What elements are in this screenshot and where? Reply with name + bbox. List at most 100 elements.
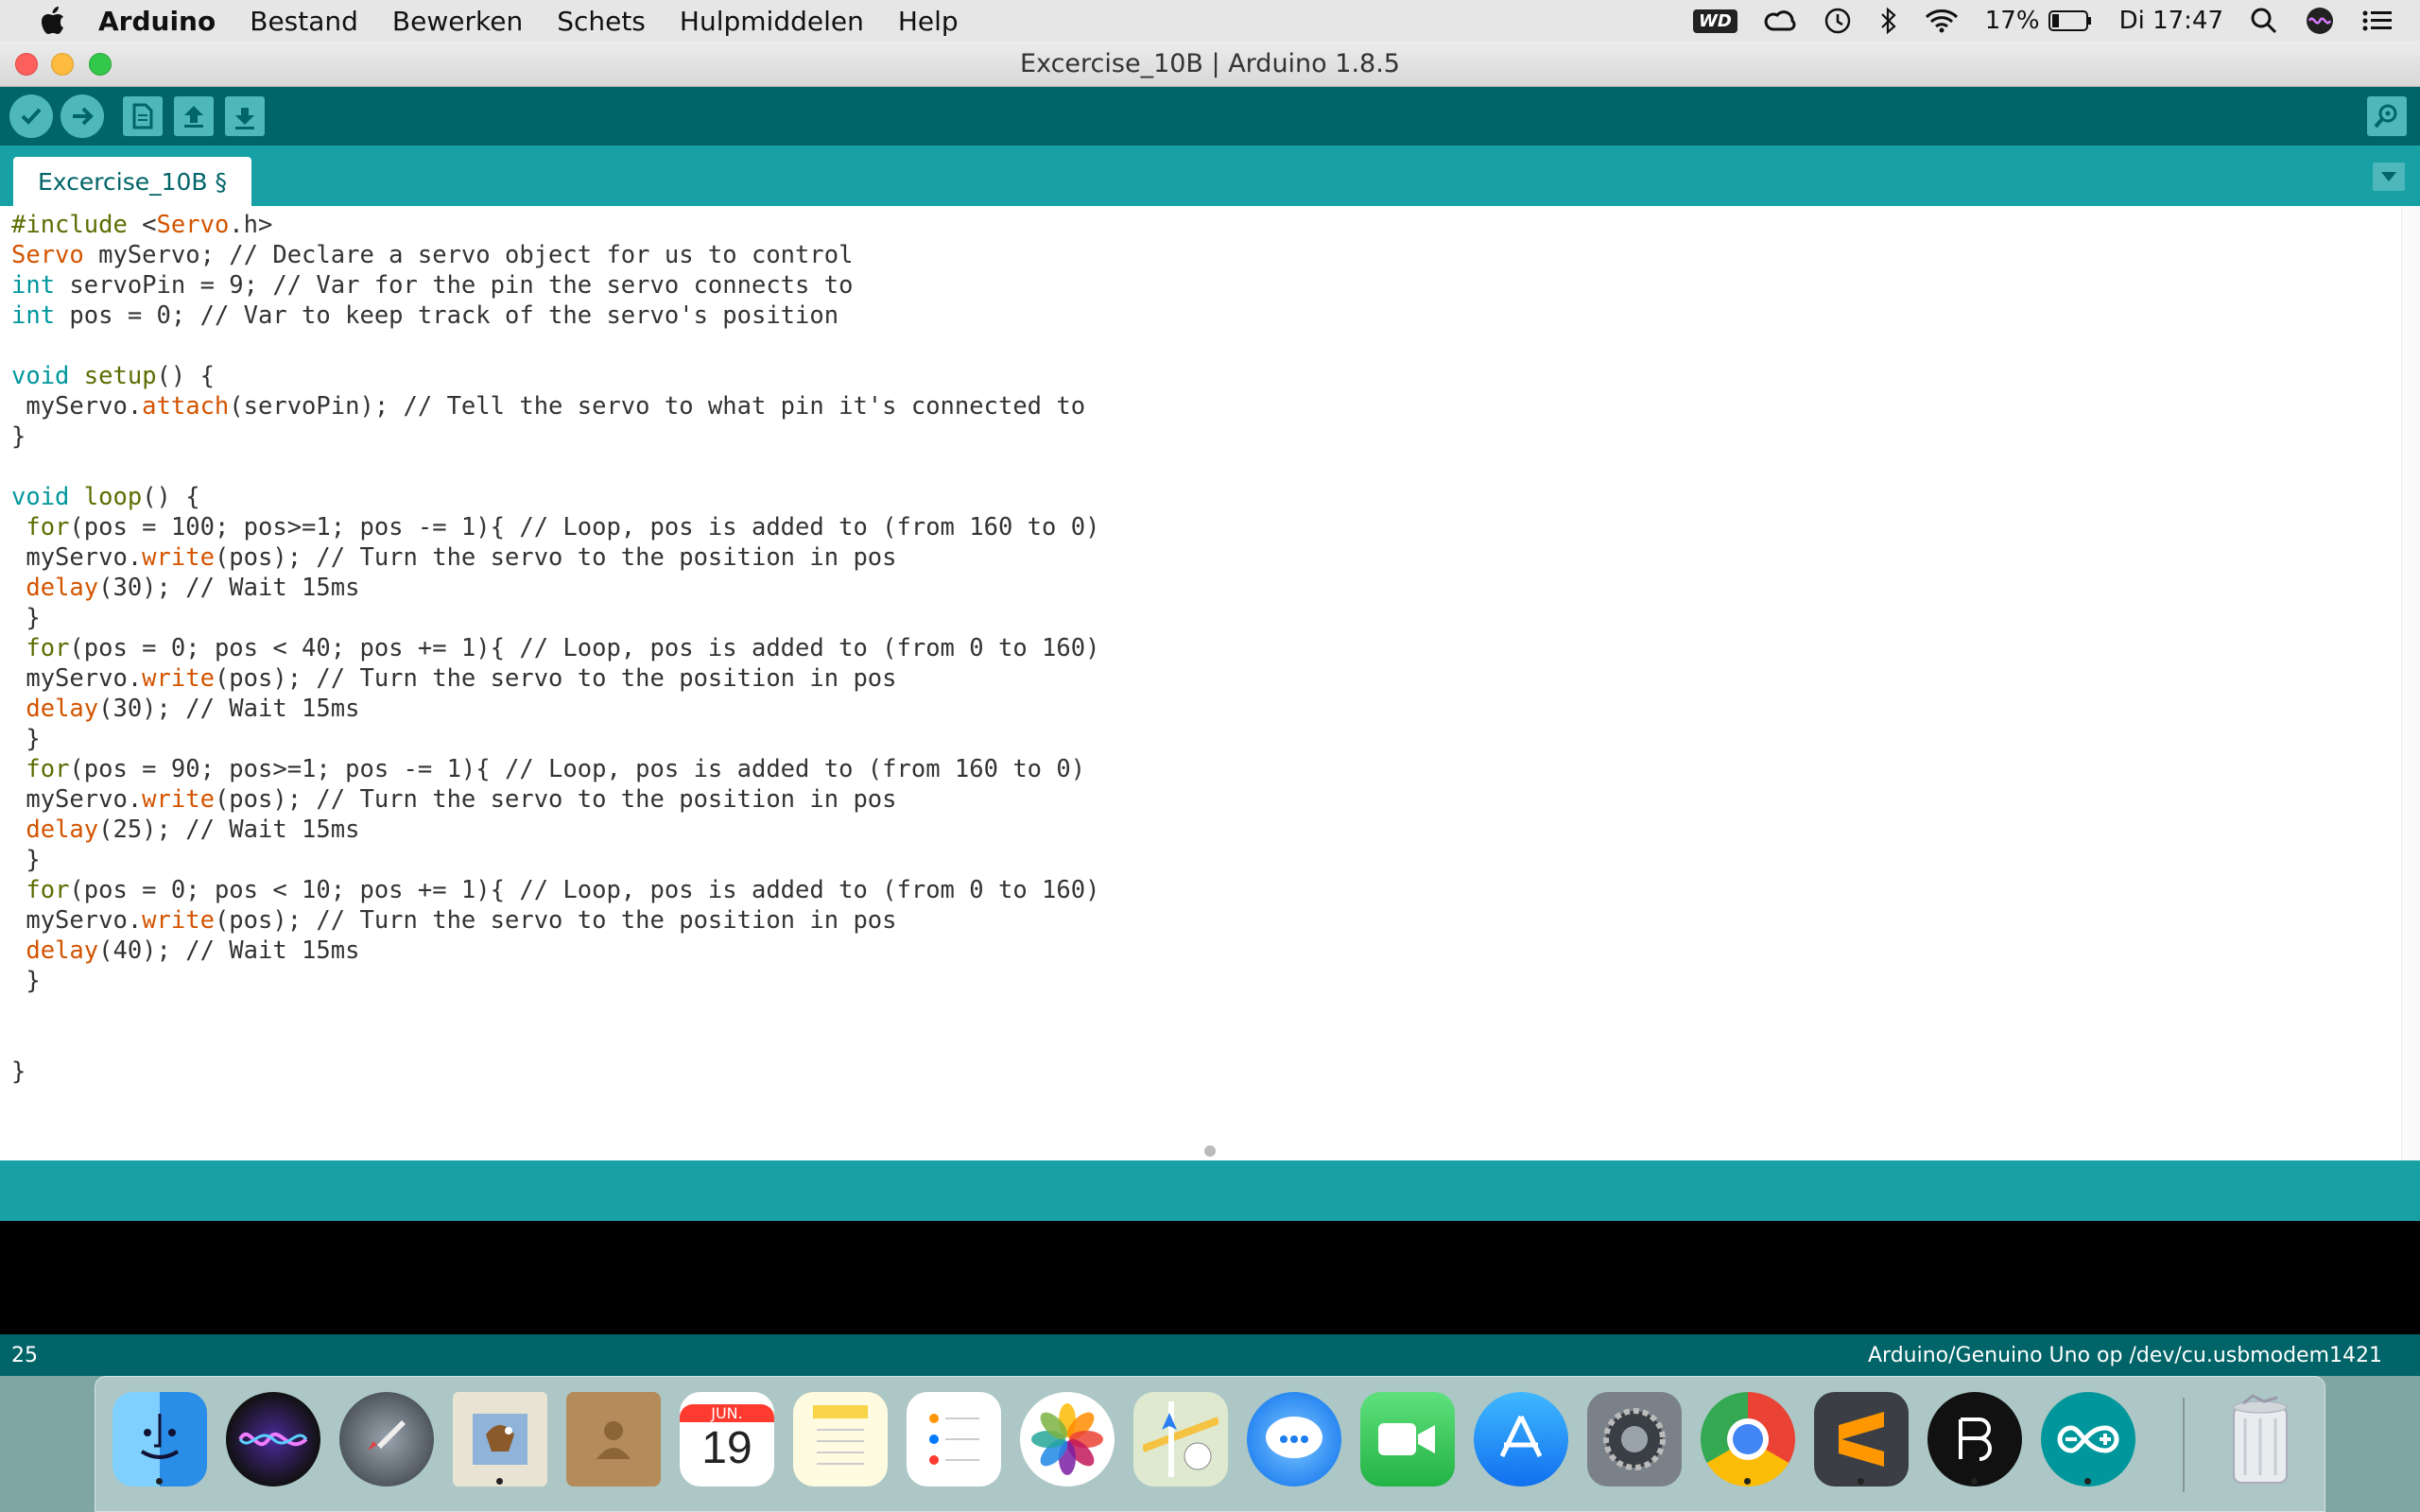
code-token: (pos); // Turn the servo to the position… bbox=[214, 664, 897, 693]
code-line[interactable]: #include <Servo.h> bbox=[11, 210, 1099, 240]
contacts-icon[interactable] bbox=[566, 1392, 661, 1486]
menu-app-name[interactable]: Arduino bbox=[98, 6, 216, 37]
code-line[interactable]: delay(30); // Wait 15ms bbox=[11, 573, 1099, 603]
finder-icon[interactable] bbox=[112, 1392, 207, 1486]
clock[interactable]: Di 17:47 bbox=[2119, 7, 2223, 35]
save-sketch-button[interactable] bbox=[225, 96, 265, 136]
code-line[interactable] bbox=[11, 452, 1099, 482]
reminders-icon[interactable] bbox=[907, 1392, 1001, 1486]
maps-icon[interactable] bbox=[1133, 1392, 1228, 1486]
menu-bewerken[interactable]: Bewerken bbox=[392, 6, 523, 37]
code-line[interactable]: myServo.write(pos); // Turn the servo to… bbox=[11, 905, 1099, 936]
facetime-icon[interactable] bbox=[1360, 1392, 1455, 1486]
code-line[interactable]: for(pos = 0; pos < 10; pos += 1){ // Loo… bbox=[11, 875, 1099, 905]
code-line[interactable]: } bbox=[11, 966, 1099, 996]
code-line[interactable]: } bbox=[11, 724, 1099, 754]
editor-scrollbar[interactable] bbox=[2401, 206, 2420, 1160]
console-output[interactable] bbox=[0, 1221, 2420, 1334]
window-title: Excercise_10B | Arduino 1.8.5 bbox=[1020, 49, 1400, 78]
trash-icon[interactable] bbox=[2213, 1392, 2308, 1486]
serial-monitor-button[interactable] bbox=[2367, 96, 2407, 136]
verify-button[interactable] bbox=[9, 94, 53, 138]
code-line[interactable]: } bbox=[11, 1057, 1099, 1087]
code-token: myServo. bbox=[11, 785, 143, 814]
code-line[interactable]: int pos = 0; // Var to keep track of the… bbox=[11, 301, 1099, 331]
creative-cloud-icon[interactable] bbox=[1764, 9, 1796, 33]
code-line[interactable]: for(pos = 0; pos < 40; pos += 1){ // Loo… bbox=[11, 633, 1099, 663]
code-line[interactable]: delay(30); // Wait 15ms bbox=[11, 694, 1099, 724]
time-machine-icon[interactable] bbox=[1823, 6, 1853, 36]
code-token: myServo. bbox=[11, 392, 143, 421]
calendar-icon[interactable]: JUN. 19 bbox=[680, 1392, 774, 1486]
code-token: Servo bbox=[156, 211, 230, 239]
code-token: (30); // Wait 15ms bbox=[98, 695, 360, 723]
code-text[interactable]: #include <Servo.h> Servo myServo; // Decl… bbox=[11, 210, 1099, 1087]
code-line[interactable]: } bbox=[11, 421, 1099, 452]
code-line[interactable]: myServo.write(pos); // Turn the servo to… bbox=[11, 542, 1099, 573]
bluetooth-icon[interactable] bbox=[1879, 7, 1898, 35]
code-token: (pos); // Turn the servo to the position… bbox=[214, 543, 897, 572]
system-preferences-icon[interactable] bbox=[1587, 1392, 1682, 1486]
code-token: setup bbox=[83, 362, 157, 390]
code-line[interactable]: myServo.write(pos); // Turn the servo to… bbox=[11, 663, 1099, 694]
code-token: } bbox=[11, 725, 41, 753]
splitter-handle[interactable] bbox=[1204, 1145, 1216, 1157]
code-line[interactable]: myServo.attach(servoPin); // Tell the se… bbox=[11, 391, 1099, 421]
status-menu-area: WD 17% Di 17:47 bbox=[1692, 0, 2420, 42]
code-token: delay bbox=[26, 816, 99, 844]
launchpad-icon[interactable] bbox=[339, 1392, 434, 1486]
code-line[interactable]: } bbox=[11, 845, 1099, 875]
wd-drive-icon[interactable]: WD bbox=[1692, 9, 1737, 33]
code-token: (pos); // Turn the servo to the position… bbox=[214, 785, 897, 814]
code-line[interactable]: delay(25); // Wait 15ms bbox=[11, 815, 1099, 845]
calendar-month: JUN. bbox=[680, 1404, 774, 1422]
siri-app-icon[interactable] bbox=[226, 1392, 320, 1486]
menu-bestand[interactable]: Bestand bbox=[250, 6, 358, 37]
apple-menu-icon[interactable] bbox=[36, 4, 70, 38]
menu-help[interactable]: Help bbox=[898, 6, 959, 37]
photos-icon[interactable] bbox=[1020, 1392, 1115, 1486]
battery-icon[interactable] bbox=[2048, 9, 2093, 32]
messages-icon[interactable] bbox=[1247, 1392, 1341, 1486]
processing-icon[interactable] bbox=[1927, 1392, 2022, 1486]
code-line[interactable]: for(pos = 90; pos>=1; pos -= 1){ // Loop… bbox=[11, 754, 1099, 784]
sublime-text-icon[interactable] bbox=[1814, 1392, 1909, 1486]
spotlight-search-icon[interactable] bbox=[2250, 7, 2278, 35]
code-token: write bbox=[142, 543, 215, 572]
code-line[interactable]: } bbox=[11, 603, 1099, 633]
chrome-icon[interactable] bbox=[1701, 1392, 1795, 1486]
window-title-bar: Excercise_10B | Arduino 1.8.5 bbox=[0, 42, 2420, 87]
code-line[interactable] bbox=[11, 1026, 1099, 1057]
code-line[interactable]: Servo myServo; // Declare a servo object… bbox=[11, 240, 1099, 270]
code-token: for bbox=[26, 513, 70, 541]
tab-menu-dropdown-icon[interactable] bbox=[2373, 163, 2405, 191]
new-sketch-button[interactable] bbox=[123, 96, 163, 136]
notes-icon[interactable] bbox=[793, 1392, 888, 1486]
siri-icon[interactable] bbox=[2305, 6, 2335, 36]
code-line[interactable]: myServo.write(pos); // Turn the servo to… bbox=[11, 784, 1099, 815]
open-sketch-button[interactable] bbox=[174, 96, 214, 136]
code-token: .h> bbox=[229, 211, 273, 239]
wifi-icon[interactable] bbox=[1925, 8, 1959, 34]
upload-button[interactable] bbox=[60, 94, 104, 138]
code-line[interactable]: for(pos = 100; pos>=1; pos -= 1){ // Loo… bbox=[11, 512, 1099, 542]
menu-schets[interactable]: Schets bbox=[557, 6, 646, 37]
battery-percent[interactable]: 17% bbox=[1985, 7, 2040, 35]
arduino-icon[interactable] bbox=[2041, 1392, 2135, 1486]
mail-icon[interactable] bbox=[453, 1392, 547, 1486]
code-line[interactable]: void loop() { bbox=[11, 482, 1099, 512]
menu-bar: Arduino Bestand Bewerken Schets Hulpmidd… bbox=[0, 0, 2420, 42]
code-line[interactable] bbox=[11, 331, 1099, 361]
tab-excercise-10b[interactable]: Excercise_10B § bbox=[13, 157, 252, 206]
menu-hulpmiddelen[interactable]: Hulpmiddelen bbox=[680, 6, 864, 37]
code-line[interactable]: delay(40); // Wait 15ms bbox=[11, 936, 1099, 966]
code-editor[interactable]: #include <Servo.h> Servo myServo; // Decl… bbox=[0, 206, 2420, 1160]
code-line[interactable]: void setup() { bbox=[11, 361, 1099, 391]
code-token: (servoPin); // Tell the servo to what pi… bbox=[229, 392, 1086, 421]
app-store-icon[interactable] bbox=[1474, 1392, 1568, 1486]
code-token: write bbox=[142, 664, 215, 693]
code-line[interactable] bbox=[11, 996, 1099, 1026]
notification-center-icon[interactable] bbox=[2361, 9, 2394, 33]
code-line[interactable]: int servoPin = 9; // Var for the pin the… bbox=[11, 270, 1099, 301]
